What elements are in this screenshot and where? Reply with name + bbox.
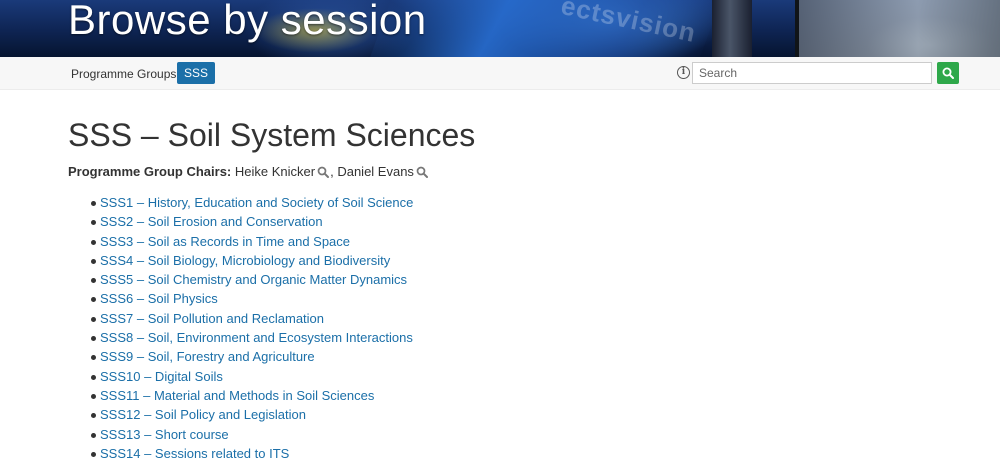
bullet: [91, 413, 96, 419]
header-banner: ectsvision Browse by session: [0, 0, 1000, 57]
bullet: [91, 374, 96, 380]
bullet: [91, 297, 96, 303]
programme-groups-toolbar: Programme Groups: SSS i: [0, 57, 1000, 90]
session-link[interactable]: SSS4 – Soil Biology, Microbiology and Bi…: [100, 253, 390, 268]
programme-group-chairs: Programme Group Chairs: Heike Knicker, D…: [68, 164, 429, 182]
bullet: [91, 316, 96, 322]
section-title: SSS – Soil System Sciences: [68, 117, 476, 153]
session-link[interactable]: SSS5 – Soil Chemistry and Organic Matter…: [100, 272, 407, 287]
bullet: [91, 451, 96, 457]
bullet: [91, 220, 96, 226]
search-icon[interactable]: [317, 166, 330, 182]
bullet: [91, 258, 96, 264]
bullet: [91, 432, 96, 438]
list-item: SSS4 – Soil Biology, Microbiology and Bi…: [84, 251, 413, 270]
list-item: SSS5 – Soil Chemistry and Organic Matter…: [84, 270, 413, 289]
chair-name: Heike Knicker: [234, 164, 316, 179]
session-link[interactable]: SSS10 – Digital Soils: [100, 369, 223, 384]
programme-groups-label: Programme Groups:: [71, 67, 180, 81]
list-item: SSS6 – Soil Physics: [84, 289, 413, 308]
list-item: SSS8 – Soil, Environment and Ecosystem I…: [84, 328, 413, 347]
page-title: Browse by session: [68, 0, 427, 43]
list-item: SSS1 – History, Education and Society of…: [84, 193, 413, 212]
session-link[interactable]: SSS6 – Soil Physics: [100, 291, 218, 306]
session-list: SSS1 – History, Education and Society of…: [84, 193, 413, 463]
search-input[interactable]: [692, 62, 932, 84]
session-link[interactable]: SSS1 – History, Education and Society of…: [100, 195, 413, 210]
list-item: SSS11 – Material and Methods in Soil Sci…: [84, 386, 413, 405]
session-link[interactable]: SSS8 – Soil, Environment and Ecosystem I…: [100, 330, 413, 345]
session-link[interactable]: SSS12 – Soil Policy and Legislation: [100, 407, 306, 422]
search-button[interactable]: [937, 62, 959, 84]
banner-decoration: [795, 0, 1000, 57]
session-link[interactable]: SSS11 – Material and Methods in Soil Sci…: [100, 388, 374, 403]
chairs-label: Programme Group Chairs:: [68, 164, 232, 179]
info-icon[interactable]: i: [677, 66, 690, 79]
bullet: [91, 336, 96, 342]
session-link[interactable]: SSS3 – Soil as Records in Time and Space: [100, 234, 350, 249]
banner-decoration: [795, 0, 799, 57]
bullet: [91, 355, 96, 361]
search-icon: [942, 67, 954, 79]
list-item: SSS14 – Sessions related to ITS: [84, 444, 413, 463]
session-link[interactable]: SSS13 – Short course: [100, 427, 229, 442]
list-item: SSS13 – Short course: [84, 425, 413, 444]
bullet: [91, 278, 96, 284]
list-item: SSS12 – Soil Policy and Legislation: [84, 405, 413, 424]
chair-name: Daniel Evans: [337, 164, 414, 179]
bullet: [91, 201, 96, 206]
bullet: [91, 239, 96, 245]
programme-group-sss-button[interactable]: SSS: [177, 62, 216, 84]
session-link[interactable]: SSS2 – Soil Erosion and Conservation: [100, 214, 323, 229]
list-item: SSS3 – Soil as Records in Time and Space: [84, 232, 413, 251]
list-item: SSS2 – Soil Erosion and Conservation: [84, 212, 413, 231]
banner-decoration: [712, 0, 752, 57]
list-item: SSS7 – Soil Pollution and Reclamation: [84, 309, 413, 328]
session-link[interactable]: SSS7 – Soil Pollution and Reclamation: [100, 311, 324, 326]
search-icon[interactable]: [416, 166, 428, 182]
session-link[interactable]: SSS9 – Soil, Forestry and Agriculture: [100, 349, 315, 364]
session-link[interactable]: SSS14 – Sessions related to ITS: [100, 446, 289, 461]
bullet: [91, 393, 96, 399]
list-item: SSS9 – Soil, Forestry and Agriculture: [84, 347, 413, 366]
list-item: SSS10 – Digital Soils: [84, 367, 413, 386]
